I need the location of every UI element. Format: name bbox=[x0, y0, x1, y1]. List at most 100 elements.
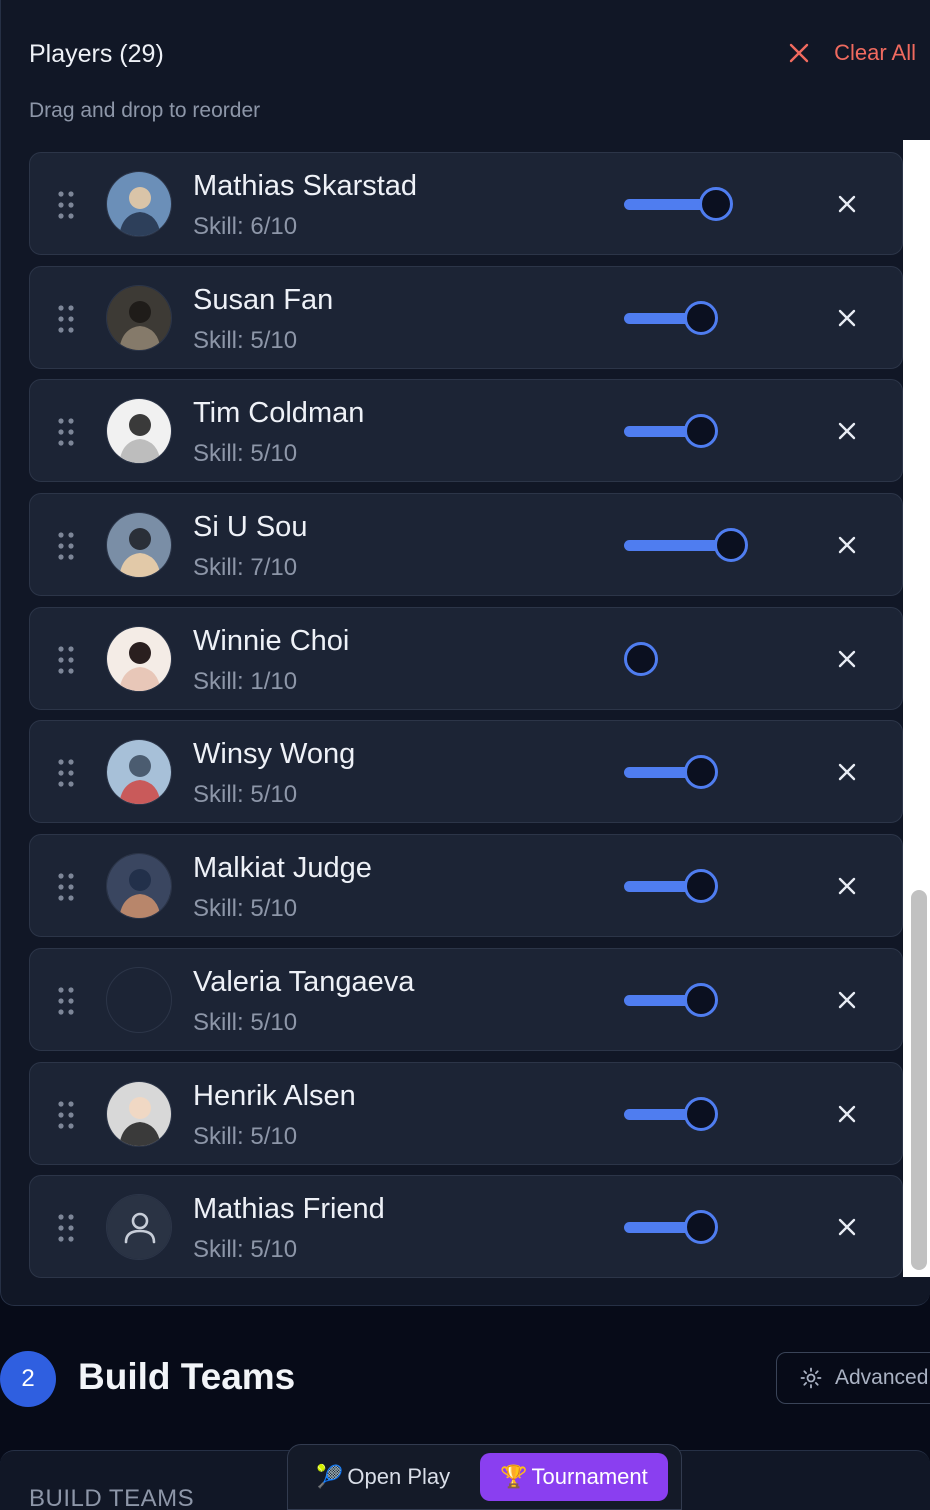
close-icon bbox=[789, 43, 809, 63]
player-skill: Skill: 6/10 bbox=[193, 213, 298, 240]
player-name: Mathias Friend bbox=[193, 1193, 385, 1226]
player-row[interactable]: Valeria Tangaeva Skill: 5/10 bbox=[29, 947, 903, 1051]
drag-handle-icon[interactable] bbox=[57, 872, 75, 902]
skill-slider[interactable] bbox=[620, 184, 770, 224]
skill-slider[interactable] bbox=[620, 752, 770, 792]
player-row[interactable]: Henrik Alsen Skill: 5/10 bbox=[29, 1061, 903, 1165]
mode-switch: 🎾 Open Play 🏆 Tournament bbox=[287, 1444, 682, 1510]
skill-slider[interactable] bbox=[620, 1094, 770, 1134]
skill-slider-knob[interactable] bbox=[684, 1210, 718, 1245]
player-name: Mathias Skarstad bbox=[193, 170, 418, 202]
player-row[interactable]: Mathias Skarstad Skill: 6/10 bbox=[29, 152, 903, 255]
tournament-label: Tournament bbox=[531, 1464, 648, 1489]
remove-player-button[interactable] bbox=[836, 420, 858, 442]
skill-slider-knob[interactable] bbox=[684, 414, 718, 449]
skill-slider-knob[interactable] bbox=[684, 1096, 718, 1131]
player-row[interactable]: Winsy Wong Skill: 5/10 bbox=[29, 720, 903, 824]
trophy-icon: 🏆 bbox=[500, 1464, 528, 1489]
drag-handle-icon[interactable] bbox=[57, 417, 75, 447]
section-title: Build Teams bbox=[78, 1356, 296, 1397]
skill-slider[interactable] bbox=[620, 1207, 770, 1247]
remove-player-button[interactable] bbox=[836, 761, 858, 783]
skill-slider[interactable] bbox=[620, 639, 770, 679]
skill-slider[interactable] bbox=[620, 411, 770, 451]
remove-player-button[interactable] bbox=[836, 648, 858, 670]
player-skill: Skill: 5/10 bbox=[193, 326, 298, 354]
player-skill: Skill: 5/10 bbox=[193, 895, 298, 923]
avatar bbox=[106, 966, 172, 1033]
drag-handle-icon[interactable] bbox=[57, 986, 75, 1016]
skill-slider-knob[interactable] bbox=[684, 300, 718, 335]
skill-slider-knob[interactable] bbox=[684, 982, 718, 1017]
scrollbar-thumb[interactable] bbox=[911, 890, 927, 1270]
drag-handle-icon[interactable] bbox=[57, 190, 75, 220]
clear-all-label: Clear All bbox=[834, 40, 916, 65]
avatar bbox=[106, 284, 172, 351]
avatar bbox=[106, 512, 172, 579]
clear-all-button[interactable]: Clear All bbox=[788, 40, 916, 66]
player-skill: Skill: 5/10 bbox=[193, 1008, 298, 1036]
player-name: Tim Coldman bbox=[193, 397, 365, 430]
avatar bbox=[106, 853, 172, 920]
skill-slider-knob[interactable] bbox=[624, 641, 658, 676]
tournament-button[interactable]: 🏆 Tournament bbox=[480, 1453, 668, 1501]
skill-slider-knob[interactable] bbox=[684, 755, 718, 790]
player-name: Henrik Alsen bbox=[193, 1079, 356, 1112]
skill-slider-knob[interactable] bbox=[714, 528, 748, 563]
player-name: Si U Sou bbox=[193, 511, 308, 544]
remove-player-button[interactable] bbox=[836, 1103, 858, 1125]
remove-player-button[interactable] bbox=[836, 1216, 858, 1238]
player-scroll-area[interactable]: Mathias Skarstad Skill: 6/10 Susan Fan S… bbox=[29, 140, 930, 1279]
drag-handle-icon[interactable] bbox=[57, 645, 75, 675]
scrollbar-track[interactable] bbox=[903, 140, 930, 1277]
player-name: Susan Fan bbox=[193, 283, 334, 316]
tennis-ball-icon: 🎾 bbox=[316, 1464, 344, 1489]
remove-player-button[interactable] bbox=[836, 307, 858, 329]
player-skill: Skill: 5/10 bbox=[193, 781, 298, 809]
drag-handle-icon[interactable] bbox=[57, 1100, 75, 1130]
skill-slider[interactable] bbox=[620, 866, 770, 906]
drag-handle-icon[interactable] bbox=[57, 1213, 75, 1243]
open-play-button[interactable]: 🎾 Open Play bbox=[298, 1453, 468, 1501]
skill-slider[interactable] bbox=[620, 298, 770, 338]
drag-handle-icon[interactable] bbox=[57, 531, 75, 561]
skill-slider-fill bbox=[624, 540, 728, 552]
player-skill: Skill: 5/10 bbox=[193, 1236, 298, 1264]
skill-slider[interactable] bbox=[620, 525, 770, 565]
player-row[interactable]: Mathias Friend Skill: 5/10 bbox=[29, 1175, 903, 1279]
drag-handle-icon[interactable] bbox=[57, 304, 75, 334]
skill-slider-knob[interactable] bbox=[684, 869, 718, 904]
player-row[interactable]: Tim Coldman Skill: 5/10 bbox=[29, 379, 903, 483]
player-skill: Skill: 7/10 bbox=[193, 554, 298, 582]
advanced-button[interactable]: Advanced bbox=[776, 1352, 930, 1404]
avatar bbox=[106, 171, 172, 237]
drag-handle-icon[interactable] bbox=[57, 758, 75, 788]
build-teams-label: BUILD TEAMS bbox=[29, 1485, 195, 1510]
avatar bbox=[106, 739, 172, 806]
player-row[interactable]: Malkiat Judge Skill: 5/10 bbox=[29, 834, 903, 938]
reorder-hint: Drag and drop to reorder bbox=[29, 99, 261, 122]
avatar bbox=[106, 1194, 172, 1261]
player-skill: Skill: 1/10 bbox=[193, 667, 298, 695]
player-skill: Skill: 5/10 bbox=[193, 440, 298, 468]
player-name: Winsy Wong bbox=[193, 738, 356, 771]
skill-slider[interactable] bbox=[620, 980, 770, 1020]
remove-player-button[interactable] bbox=[836, 989, 858, 1011]
remove-player-button[interactable] bbox=[836, 193, 858, 215]
player-row[interactable]: Susan Fan Skill: 5/10 bbox=[29, 265, 903, 369]
gear-icon bbox=[800, 1367, 822, 1389]
skill-slider-knob[interactable] bbox=[699, 187, 733, 221]
step-badge: 2 bbox=[0, 1351, 56, 1407]
player-skill: Skill: 5/10 bbox=[193, 1122, 298, 1150]
remove-player-button[interactable] bbox=[836, 534, 858, 556]
open-play-label: Open Play bbox=[347, 1464, 451, 1489]
avatar bbox=[106, 398, 172, 465]
player-list: Mathias Skarstad Skill: 6/10 Susan Fan S… bbox=[29, 152, 903, 1289]
avatar bbox=[106, 625, 172, 692]
player-row[interactable]: Winnie Choi Skill: 1/10 bbox=[29, 606, 903, 710]
remove-player-button[interactable] bbox=[836, 875, 858, 897]
player-name: Valeria Tangaeva bbox=[193, 965, 415, 998]
players-card: Players (29) Clear All Drag and drop to … bbox=[0, 0, 930, 1306]
player-row[interactable]: Si U Sou Skill: 7/10 bbox=[29, 493, 903, 597]
user-icon bbox=[107, 1195, 171, 1260]
